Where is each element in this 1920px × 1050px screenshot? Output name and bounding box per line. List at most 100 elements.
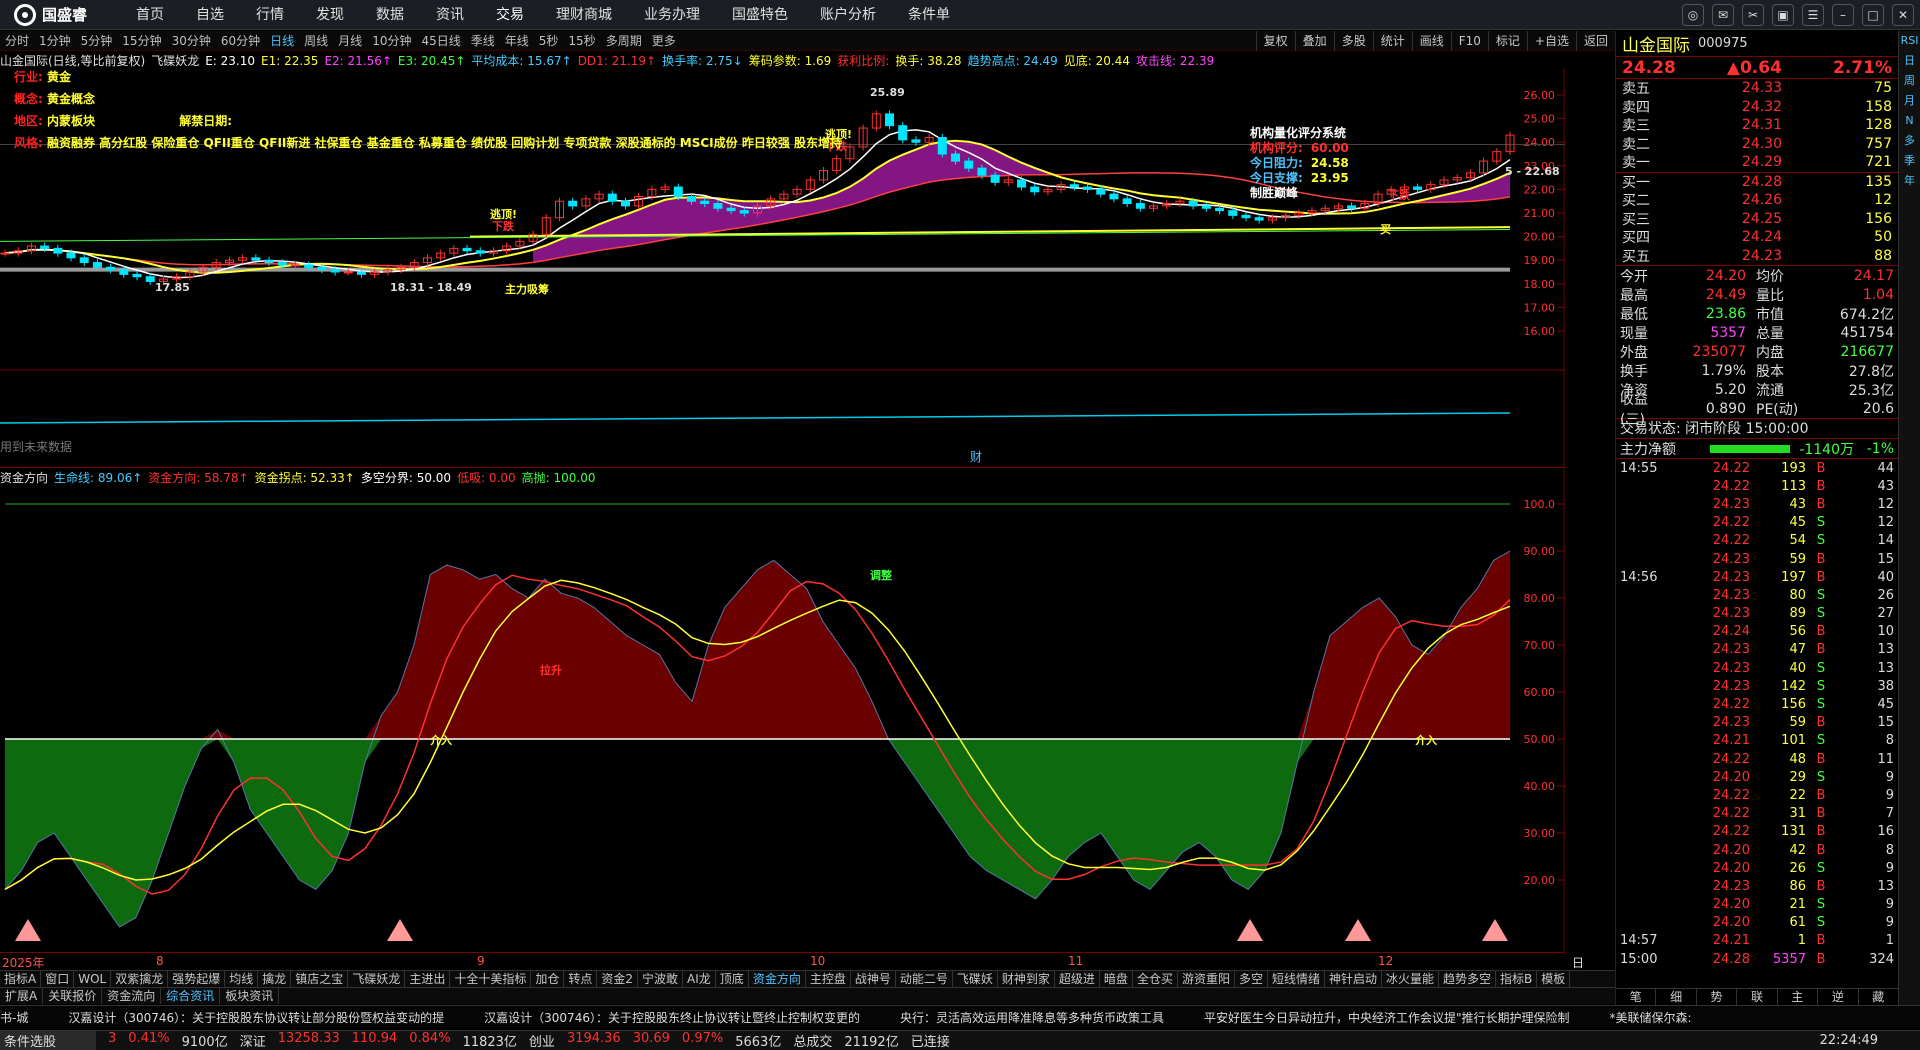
indicator-tab-1[interactable]: 窗口 <box>41 971 75 987</box>
chat-icon[interactable]: ◎ <box>1682 4 1704 26</box>
settings-icon[interactable]: ☰ <box>1802 4 1824 26</box>
indicator-tab-31[interactable]: 趋势多空 <box>1439 971 1497 987</box>
indicator-tab-9[interactable]: 主进出 <box>405 971 451 987</box>
sidebar-item-7[interactable]: 年 <box>1899 171 1920 191</box>
news-item[interactable]: 书-城 <box>0 1009 28 1026</box>
period-15[interactable]: 多周期 <box>601 32 647 49</box>
indicator-tab-17[interactable]: 资金方向 <box>749 971 806 987</box>
period-4[interactable]: 30分钟 <box>167 32 216 49</box>
strip-tab-4[interactable]: 板块资讯 <box>220 988 280 1004</box>
period-16[interactable]: 更多 <box>647 32 681 49</box>
news-item[interactable]: 汉嘉设计（300746）：关于控股股东终止协议转让暨终止控制权变更的 <box>484 1009 860 1026</box>
tool-button-5[interactable]: F10 <box>1450 31 1488 51</box>
sidebar-item-1[interactable]: 日 <box>1899 51 1920 71</box>
strip-tab-3[interactable]: 综合资讯 <box>161 988 221 1004</box>
menu-item-4[interactable]: 数据 <box>360 0 420 30</box>
indicator-tab-22[interactable]: 财神到家 <box>998 971 1055 987</box>
tool-button-2[interactable]: 多股 <box>1333 31 1373 51</box>
finance-marker[interactable]: 财 <box>970 448 982 465</box>
indicator-tab-24[interactable]: 暗盘 <box>1100 971 1133 987</box>
indicator-tab-3[interactable]: 双紫擒龙 <box>111 971 169 987</box>
sidebar-item-5[interactable]: 多 <box>1899 131 1920 151</box>
news-item[interactable]: 汉嘉设计（300746）：关于控股股东协议转让部分股份暨权益变动的提 <box>68 1009 444 1026</box>
strip-tab-1[interactable]: 关联报价 <box>43 988 103 1004</box>
news-item[interactable]: 央行：灵活高效运用降准降息等多种货币政策工具 <box>900 1009 1164 1026</box>
quote-tab-5[interactable]: 逆 <box>1818 989 1859 1005</box>
strip-tab-2[interactable]: 资金流向 <box>102 988 162 1004</box>
news-item[interactable]: *美联储保尔森: <box>1610 1009 1692 1026</box>
indicator-tab-11[interactable]: 加仓 <box>531 971 565 987</box>
indicator-tab-16[interactable]: 顶底 <box>716 971 749 987</box>
app-logo[interactable]: 国盛睿 <box>0 3 120 26</box>
indicator-tab-25[interactable]: 全仓买 <box>1133 971 1178 987</box>
maximize-icon[interactable]: □ <box>1862 4 1884 26</box>
indicator-tab-33[interactable]: 模板 <box>1537 971 1571 987</box>
sidebar-item-0[interactable]: RSI <box>1899 31 1920 51</box>
indicator-tab-10[interactable]: 十全十美指标 <box>450 971 532 987</box>
period-9[interactable]: 10分钟 <box>367 32 416 49</box>
indicator-tab-19[interactable]: 战神号 <box>851 971 896 987</box>
menu-item-11[interactable]: 条件单 <box>892 0 966 30</box>
indicator-tab-21[interactable]: 飞碟妖 <box>953 971 998 987</box>
indicator-tab-8[interactable]: 飞碟妖龙 <box>348 971 406 987</box>
tool-button-8[interactable]: 返回 <box>1575 31 1615 51</box>
quote-tab-6[interactable]: 藏 <box>1859 989 1899 1005</box>
tool-button-4[interactable]: 画线 <box>1411 31 1451 51</box>
tool-button-1[interactable]: 叠加 <box>1294 31 1334 51</box>
period-7[interactable]: 周线 <box>299 32 333 49</box>
indicator-tab-6[interactable]: 擒龙 <box>258 971 292 987</box>
menu-item-1[interactable]: 自选 <box>180 0 240 30</box>
period-1[interactable]: 1分钟 <box>34 32 76 49</box>
indicator-tab-32[interactable]: 指标B <box>1496 971 1538 987</box>
period-11[interactable]: 季线 <box>466 32 500 49</box>
indicator-tab-0[interactable]: 指标A <box>0 971 42 987</box>
menu-item-10[interactable]: 账户分析 <box>804 0 892 30</box>
period-0[interactable]: 分时 <box>0 32 34 49</box>
menu-item-5[interactable]: 资讯 <box>420 0 480 30</box>
mail-icon[interactable]: ✉ <box>1712 4 1734 26</box>
sidebar-item-3[interactable]: 月 <box>1899 91 1920 111</box>
period-14[interactable]: 15秒 <box>563 32 600 49</box>
period-12[interactable]: 年线 <box>500 32 534 49</box>
period-10[interactable]: 45日线 <box>416 32 465 49</box>
period-6[interactable]: 日线 <box>265 32 299 49</box>
tool-button-7[interactable]: +自选 <box>1526 31 1576 51</box>
close-icon[interactable]: ✕ <box>1892 4 1914 26</box>
news-ticker[interactable]: 书-城 汉嘉设计（300746）：关于控股股东协议转让部分股份暨权益变动的提 汉嘉设… <box>0 1005 1920 1029</box>
indicator-tab-13[interactable]: 资金2 <box>597 971 639 987</box>
indicator-tab-14[interactable]: 宁波敢 <box>638 971 684 987</box>
indicator-tab-18[interactable]: 主控盘 <box>806 971 851 987</box>
indicator-tab-28[interactable]: 短线情绪 <box>1268 971 1325 987</box>
quote-tab-0[interactable]: 笔 <box>1616 989 1657 1005</box>
tool-button-3[interactable]: 统计 <box>1372 31 1412 51</box>
indicator-tab-26[interactable]: 游资重阳 <box>1178 971 1235 987</box>
menu-item-0[interactable]: 首页 <box>120 0 180 30</box>
indicator-tab-27[interactable]: 多空 <box>1235 971 1268 987</box>
indicator-tab-5[interactable]: 均线 <box>225 971 259 987</box>
strip-tab-0[interactable]: 扩展A <box>0 988 44 1004</box>
period-3[interactable]: 15分钟 <box>117 32 166 49</box>
menu-item-6[interactable]: 交易 <box>480 0 540 30</box>
sidebar-item-2[interactable]: 周 <box>1899 71 1920 91</box>
menu-item-9[interactable]: 国盛特色 <box>716 0 804 30</box>
period-2[interactable]: 5分钟 <box>76 32 118 49</box>
indicator-tab-4[interactable]: 强势起爆 <box>168 971 226 987</box>
indicator-tab-23[interactable]: 超级进 <box>1055 971 1100 987</box>
menu-item-7[interactable]: 理财商城 <box>540 0 628 30</box>
menu-item-3[interactable]: 发现 <box>300 0 360 30</box>
minimize-icon[interactable]: – <box>1832 4 1854 26</box>
quote-tab-3[interactable]: 联 <box>1737 989 1778 1005</box>
period-8[interactable]: 月线 <box>333 32 367 49</box>
indicator-tab-12[interactable]: 转点 <box>564 971 598 987</box>
sidebar-item-6[interactable]: 季 <box>1899 151 1920 171</box>
fund-direction-chart[interactable]: 资金方向 生命线: 89.06↑ 资金方向: 58.78↑ 资金拐点: 52.33↑ 多… <box>0 469 1565 952</box>
tools-icon[interactable]: ✂ <box>1742 4 1764 26</box>
quote-tab-2[interactable]: 势 <box>1697 989 1738 1005</box>
period-5[interactable]: 60分钟 <box>216 32 265 49</box>
sidebar-item-4[interactable]: N <box>1899 111 1920 131</box>
tool-button-0[interactable]: 复权 <box>1255 31 1295 51</box>
indicator-tab-20[interactable]: 动能二号 <box>896 971 953 987</box>
kline-chart[interactable]: 26.00 25.00 24.00 23.00 22.00 21.00 20.00 19.00… <box>0 68 1565 468</box>
news-item[interactable]: 平安好医生今日异动拉升，中央经济工作会议提"推行长期护理保险制 <box>1204 1009 1570 1026</box>
indicator-tab-15[interactable]: AI龙 <box>683 971 716 987</box>
